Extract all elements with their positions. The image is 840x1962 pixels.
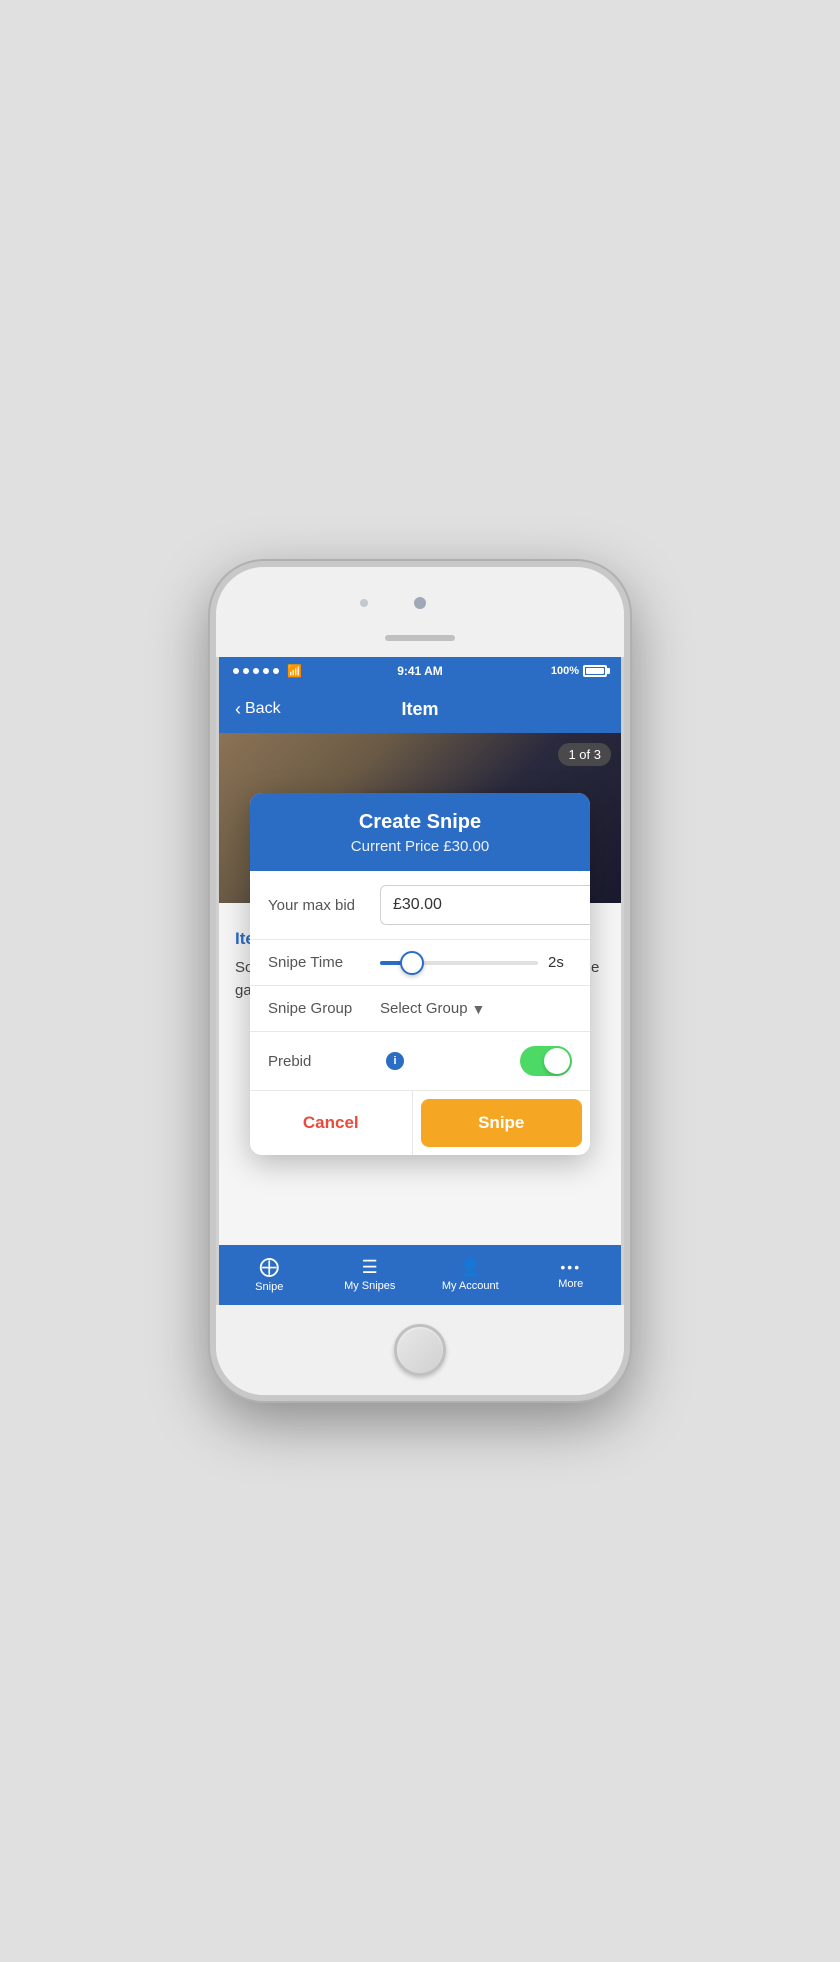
prebid-label: Prebid xyxy=(268,1053,368,1070)
status-time: 9:41 AM xyxy=(397,664,443,678)
snipe-tab-label: Snipe xyxy=(255,1281,283,1293)
battery-fill xyxy=(586,668,604,674)
phone-bottom-chrome xyxy=(216,1305,624,1395)
max-bid-input[interactable] xyxy=(380,885,590,925)
tab-more[interactable]: ••• More xyxy=(521,1254,622,1296)
tab-my-snipes[interactable]: ☰ My Snipes xyxy=(320,1252,421,1298)
modal-title: Create Snipe xyxy=(270,811,570,834)
snipe-tab-icon: ⨁ xyxy=(259,1257,279,1277)
tab-snipe[interactable]: ⨁ Snipe xyxy=(219,1251,320,1299)
snipe-time-label: Snipe Time xyxy=(268,954,368,971)
wifi-icon: 📶 xyxy=(287,664,302,678)
battery-percentage: 100% xyxy=(551,665,579,677)
snipe-group-label: Snipe Group xyxy=(268,1000,368,1017)
navigation-bar: ‹ Back Item xyxy=(219,685,621,733)
my-account-tab-label: My Account xyxy=(442,1280,499,1292)
modal-body: Your max bid Snipe Time 2s xyxy=(250,871,590,1090)
cancel-button[interactable]: Cancel xyxy=(250,1091,413,1155)
more-tab-icon: ••• xyxy=(560,1260,581,1274)
chevron-left-icon: ‹ xyxy=(235,699,241,720)
modal-overlay: Create Snipe Current Price £30.00 Your m… xyxy=(219,733,621,1245)
my-snipes-tab-icon: ☰ xyxy=(362,1258,378,1276)
toggle-knob xyxy=(544,1048,570,1074)
snipe-button[interactable]: Snipe xyxy=(421,1099,583,1147)
speaker xyxy=(385,635,455,641)
my-snipes-tab-label: My Snipes xyxy=(344,1280,395,1292)
prebid-toggle[interactable] xyxy=(520,1046,572,1076)
battery-icon xyxy=(583,665,607,677)
phone-top-chrome xyxy=(216,567,624,657)
modal-header: Create Snipe Current Price £30.00 xyxy=(250,793,590,871)
signal-dot-5 xyxy=(273,668,279,674)
snipe-group-select[interactable]: Select Group ▼ xyxy=(380,1000,485,1017)
max-bid-row: Your max bid xyxy=(250,871,590,940)
max-bid-label: Your max bid xyxy=(268,897,368,914)
tab-my-account[interactable]: 👤 My Account xyxy=(420,1252,521,1298)
tab-bar: ⨁ Snipe ☰ My Snipes 👤 My Account ••• Mor… xyxy=(219,1245,621,1305)
modal-buttons: Cancel Snipe xyxy=(250,1090,590,1155)
snipe-time-slider[interactable] xyxy=(380,961,538,965)
create-snipe-modal: Create Snipe Current Price £30.00 Your m… xyxy=(250,793,590,1155)
signal-dot-1 xyxy=(233,668,239,674)
phone-frame: 📶 9:41 AM 100% ‹ Back Item xyxy=(210,561,630,1401)
dropdown-arrow-icon: ▼ xyxy=(472,1001,486,1017)
signal-area: 📶 xyxy=(233,664,302,678)
modal-subtitle: Current Price £30.00 xyxy=(270,838,570,855)
sensor xyxy=(360,599,368,607)
prebid-row: Prebid i xyxy=(250,1032,590,1090)
snipe-time-value: 2s xyxy=(548,954,572,971)
signal-dot-3 xyxy=(253,668,259,674)
home-button[interactable] xyxy=(394,1324,446,1376)
phone-screen: 📶 9:41 AM 100% ‹ Back Item xyxy=(216,657,624,1305)
snipe-time-row: Snipe Time 2s xyxy=(250,940,590,986)
nav-title: Item xyxy=(401,699,438,720)
signal-dot-4 xyxy=(263,668,269,674)
front-camera xyxy=(414,597,426,609)
battery-area: 100% xyxy=(551,665,607,677)
signal-dot-2 xyxy=(243,668,249,674)
slider-thumb[interactable] xyxy=(400,951,424,975)
status-bar: 📶 9:41 AM 100% xyxy=(219,657,621,685)
snipe-group-row: Snipe Group Select Group ▼ xyxy=(250,986,590,1032)
snipe-time-slider-container: 2s xyxy=(380,954,572,971)
select-group-label: Select Group xyxy=(380,1000,468,1017)
my-account-tab-icon: 👤 xyxy=(459,1258,481,1276)
back-button[interactable]: ‹ Back xyxy=(235,699,281,720)
more-tab-label: More xyxy=(558,1278,583,1290)
prebid-info-icon[interactable]: i xyxy=(386,1052,404,1070)
back-label: Back xyxy=(245,700,281,718)
screen-content: 1 of 3 Create Snipe Current Price £30.00… xyxy=(219,733,621,1245)
